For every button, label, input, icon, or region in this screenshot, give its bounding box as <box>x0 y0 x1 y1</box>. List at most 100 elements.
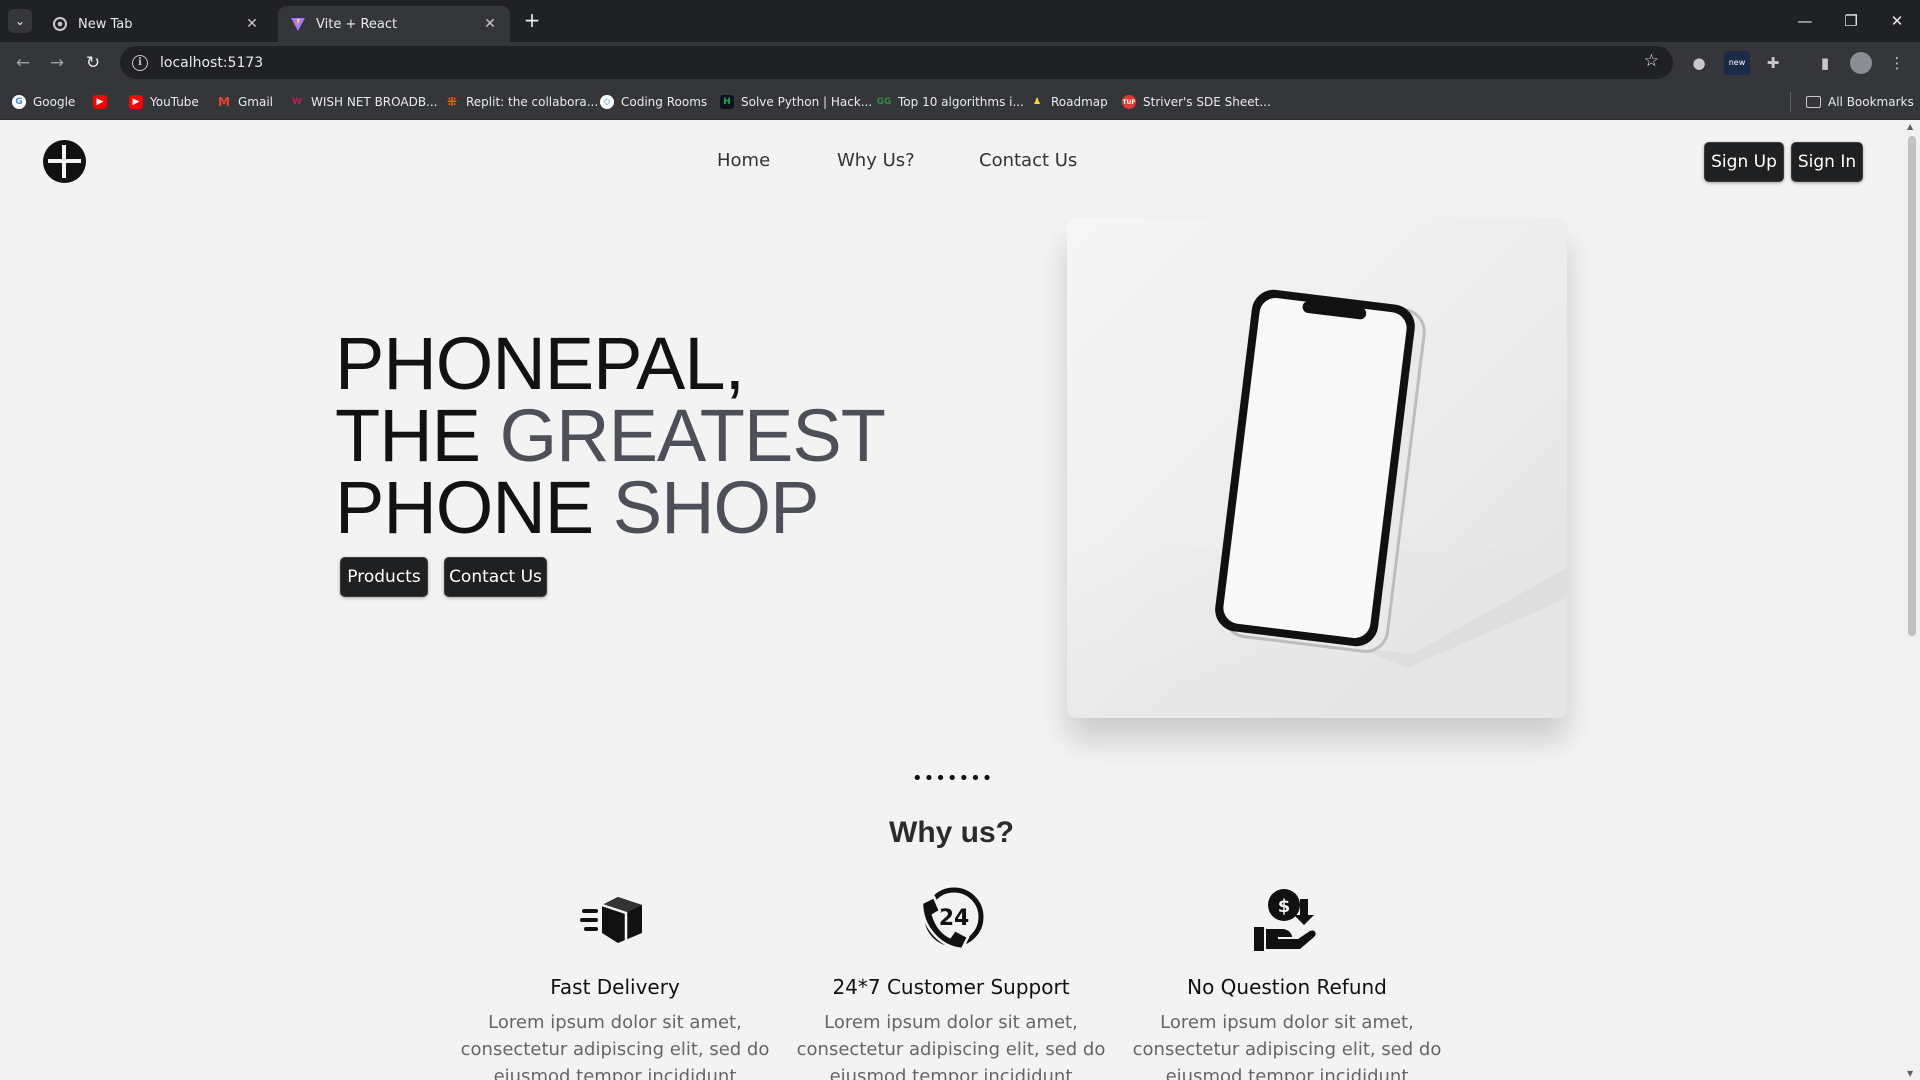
why-us-heading: Why us? <box>889 816 1014 849</box>
roadmap-icon: ♟ <box>1032 97 1042 107</box>
feature-description: Lorem ipsum dolor sit amet, consectetur … <box>455 1009 775 1080</box>
feature-desc-line: Lorem ipsum dolor sit amet, <box>1160 1012 1414 1033</box>
refund-hand-icon: $ <box>1252 885 1322 955</box>
bookmark-roadmap[interactable]: ♟ Roadmap <box>1030 92 1108 112</box>
bookmark-label: WISH NET BROADB... <box>311 95 438 109</box>
bookmark-google[interactable]: G Google <box>12 92 75 112</box>
address-bar[interactable]: i localhost:5173 ☆ <box>120 46 1673 79</box>
feature-desc-line: Lorem ipsum dolor sit amet, <box>488 1012 742 1033</box>
youtube-icon: ▶ <box>93 95 107 109</box>
browser-toolbar: ← → ↻ i localhost:5173 ☆ ● new ✚ ▮ ⋮ <box>0 42 1920 83</box>
feature-title: No Question Refund <box>1187 975 1387 999</box>
reload-icon[interactable]: ↻ <box>80 50 106 76</box>
site-logo-icon[interactable] <box>43 140 86 183</box>
back-arrow-icon[interactable]: ← <box>10 50 36 76</box>
feature-description: Lorem ipsum dolor sit amet, consectetur … <box>1127 1009 1447 1080</box>
bookmark-gmail[interactable]: M Gmail <box>217 92 273 112</box>
scroll-up-arrow-icon[interactable]: ▲ <box>1907 122 1913 131</box>
products-button[interactable]: Products <box>340 557 428 597</box>
delivery-box-icon <box>580 885 650 955</box>
scroll-down-arrow-icon[interactable]: ▼ <box>1907 1069 1913 1078</box>
bookmark-label: Solve Python | Hack... <box>741 95 873 109</box>
hero-line2-grey: GREATEST <box>499 394 886 477</box>
bookmark-label: Google <box>33 95 76 109</box>
site-info-icon[interactable]: i <box>132 54 148 71</box>
vite-icon <box>290 16 306 32</box>
feature-desc-line: consectetur adipiscing elit, sed do <box>460 1039 770 1060</box>
carousel-dots[interactable]: ••••••• <box>912 768 993 789</box>
forward-arrow-icon[interactable]: → <box>44 50 70 76</box>
bookmark-label: Roadmap <box>1051 95 1108 109</box>
close-tab-icon[interactable]: ✕ <box>482 16 498 32</box>
svg-text:$: $ <box>1278 896 1291 917</box>
bookmark-youtube[interactable]: ▶ YouTube <box>129 92 199 112</box>
feature-desc-line: eiusmod tempor incididunt <box>1165 1066 1409 1080</box>
bookmark-coding-rooms[interactable]: ◇ Coding Rooms <box>600 92 707 112</box>
youtube-icon: ▶ <box>129 95 143 109</box>
profile-avatar-icon[interactable] <box>1850 52 1872 74</box>
scrollbar-thumb[interactable] <box>1908 136 1916 636</box>
feature-desc-line: consectetur adipiscing elit, sed do <box>1132 1039 1442 1060</box>
tab-title: Vite + React <box>316 16 398 32</box>
browser-tab-bar: ⌄ New Tab ✕ Vite + React ✕ + — ❐ ✕ <box>0 0 1920 42</box>
bookmark-label: Top 10 algorithms i... <box>898 95 1024 109</box>
sign-in-button[interactable]: Sign In <box>1791 142 1863 182</box>
bookmark-star-icon[interactable]: ☆ <box>1644 51 1659 71</box>
feature-desc-line: eiusmod tempor incididunt <box>829 1066 1073 1080</box>
all-bookmarks-label: All Bookmarks <box>1828 95 1914 109</box>
bookmarks-bar: G Google ▶ ▶ YouTube M Gmail W WISH NET … <box>0 83 1920 120</box>
hero-line1: PHONEPAL, <box>335 322 745 405</box>
page-scrollbar[interactable]: ▲ ▼ <box>1903 120 1920 1080</box>
page-viewport: Home Why Us? Contact Us Sign Up Sign In … <box>0 120 1920 1080</box>
feature-title: Fast Delivery <box>550 975 680 999</box>
svg-text:24: 24 <box>939 906 970 931</box>
address-url[interactable]: localhost:5173 <box>160 55 263 71</box>
all-bookmarks[interactable]: All Bookmarks <box>1806 92 1914 112</box>
google-icon: G <box>12 95 26 109</box>
new-extension-icon[interactable]: new <box>1724 51 1750 75</box>
nav-contact-us[interactable]: Contact Us <box>979 150 1077 171</box>
tab-search-dropdown-icon[interactable]: ⌄ <box>8 9 32 33</box>
hero-phone-image <box>1067 218 1567 718</box>
bookmark-label: Gmail <box>238 95 274 109</box>
smartphone-illustration <box>1215 289 1567 668</box>
hero-title: PHONEPAL, THE GREATEST PHONE SHOP <box>335 327 886 545</box>
bookmark-wishnet[interactable]: W WISH NET BROADB... <box>290 92 438 112</box>
gfg-icon: GG <box>876 97 892 107</box>
bookmark-gfg[interactable]: GG Top 10 algorithms i... <box>877 92 1024 112</box>
feature-fast-delivery: Fast Delivery Lorem ipsum dolor sit amet… <box>455 885 775 1080</box>
bookmark-youtube-icon-only[interactable]: ▶ <box>93 92 114 112</box>
contact-us-button[interactable]: Contact Us <box>444 557 547 597</box>
folder-icon <box>1806 96 1821 108</box>
bookmark-label: Coding Rooms <box>621 95 708 109</box>
bookmark-hackerrank[interactable]: H Solve Python | Hack... <box>720 92 872 112</box>
close-tab-icon[interactable]: ✕ <box>244 16 260 32</box>
feature-title: 24*7 Customer Support <box>832 975 1070 999</box>
tab-new-tab[interactable]: New Tab ✕ <box>40 6 272 42</box>
gmail-icon: M <box>218 95 230 109</box>
new-tab-plus-icon[interactable]: + <box>520 9 544 33</box>
bookmark-striver[interactable]: TUF Striver's SDE Sheet... <box>1122 92 1271 112</box>
minimize-icon[interactable]: — <box>1782 8 1828 34</box>
nav-why-us[interactable]: Why Us? <box>837 150 915 171</box>
feature-desc-line: Lorem ipsum dolor sit amet, <box>824 1012 1078 1033</box>
menu-kebab-icon[interactable]: ⋮ <box>1886 52 1908 74</box>
bookmark-replit[interactable]: ⁜ Replit: the collabora... <box>445 92 598 112</box>
hackerrank-icon: H <box>720 95 734 109</box>
hero-line3-grey: SHOP <box>612 466 820 549</box>
close-window-icon[interactable]: ✕ <box>1874 8 1920 34</box>
feature-description: Lorem ipsum dolor sit amet, consectetur … <box>791 1009 1111 1080</box>
feature-desc-line: eiusmod tempor incididunt <box>493 1066 737 1080</box>
restore-icon[interactable]: ❐ <box>1828 8 1874 34</box>
extension-icon[interactable]: ● <box>1688 52 1710 74</box>
extensions-puzzle-icon[interactable]: ✚ <box>1762 52 1784 74</box>
bookmark-label: YouTube <box>150 95 199 109</box>
tab-vite-react[interactable]: Vite + React ✕ <box>278 6 510 42</box>
side-panel-icon[interactable]: ▮ <box>1814 52 1836 74</box>
nav-home[interactable]: Home <box>717 150 770 171</box>
bookmark-label: Striver's SDE Sheet... <box>1143 95 1271 109</box>
bookmark-label: Replit: the collabora... <box>466 95 599 109</box>
chrome-icon <box>52 16 68 32</box>
support-24-icon: 24 <box>916 885 986 955</box>
sign-up-button[interactable]: Sign Up <box>1704 142 1784 182</box>
